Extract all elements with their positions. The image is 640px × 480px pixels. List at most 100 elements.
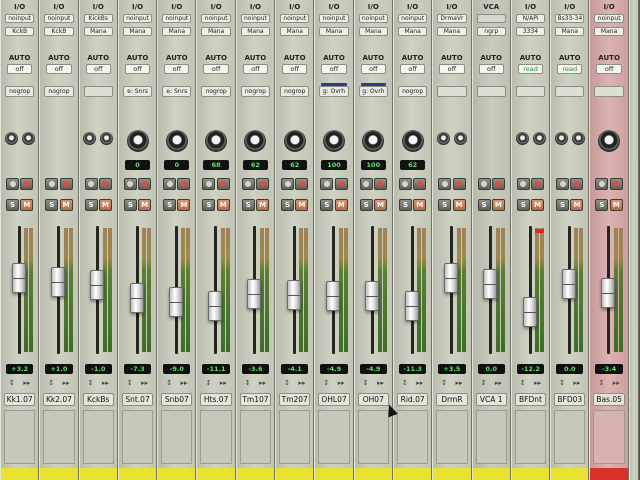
pan-right-knob-icon[interactable] — [100, 132, 114, 145]
input-monitor-button[interactable] — [516, 178, 530, 190]
group-selector[interactable]: g: Ovrh — [358, 86, 388, 97]
group-selector[interactable]: e: Snrs — [122, 86, 153, 97]
comments-area[interactable] — [239, 410, 272, 464]
pan-right-knob-icon[interactable] — [21, 132, 35, 145]
track-name[interactable]: DrmR — [436, 393, 468, 406]
pan-right-knob-icon[interactable] — [453, 132, 467, 145]
dynamic-transport-icon[interactable]: ↕ — [402, 379, 408, 387]
input-monitor-button[interactable] — [202, 178, 216, 190]
solo-button[interactable]: S — [281, 199, 295, 211]
input-selector[interactable]: noinput — [122, 14, 153, 23]
solo-button[interactable]: S — [163, 199, 177, 211]
pan-left-knob-icon[interactable] — [436, 132, 450, 145]
volume-fader[interactable] — [286, 279, 301, 310]
group-selector[interactable] — [437, 86, 467, 97]
comments-area[interactable] — [43, 410, 75, 464]
dynamic-transport-icon[interactable]: ↕ — [245, 379, 251, 387]
comments-area[interactable] — [200, 410, 232, 464]
comments-area[interactable] — [514, 410, 547, 464]
volume-fader[interactable] — [443, 263, 458, 294]
track-name[interactable]: Tm107 — [239, 393, 272, 406]
input-selector[interactable]: noinput — [319, 14, 349, 23]
record-enable-button[interactable] — [531, 178, 545, 190]
playback-icon[interactable]: ▸▸ — [23, 379, 30, 387]
mute-button[interactable]: M — [295, 199, 309, 211]
playback-icon[interactable]: ▸▸ — [141, 379, 148, 387]
output-selector[interactable]: Mana — [122, 27, 153, 36]
track-name[interactable]: Kk2.07 — [43, 393, 75, 406]
track-name[interactable]: OH07 — [357, 393, 389, 406]
output-selector[interactable]: Mana — [555, 27, 585, 36]
record-enable-button[interactable] — [177, 178, 191, 190]
input-selector[interactable]: noinput — [280, 14, 310, 23]
mute-button[interactable]: M — [373, 199, 387, 211]
track-name[interactable]: Tm207 — [279, 393, 311, 406]
track-name[interactable]: Kk1.07 — [4, 393, 36, 406]
input-selector[interactable]: noinput — [5, 14, 35, 23]
volume-fader[interactable] — [208, 290, 223, 321]
automation-mode-button[interactable]: off — [478, 64, 504, 74]
playback-icon[interactable]: ▸▸ — [259, 379, 266, 387]
playback-icon[interactable]: ▸▸ — [416, 379, 423, 387]
solo-button[interactable]: S — [45, 199, 59, 211]
playback-icon[interactable]: ▸▸ — [534, 379, 541, 387]
volume-fader[interactable] — [90, 270, 105, 301]
solo-button[interactable]: S — [398, 199, 412, 211]
pan-knob-icon[interactable] — [401, 130, 424, 152]
playback-icon[interactable]: ▸▸ — [495, 379, 502, 387]
group-selector[interactable] — [555, 86, 585, 97]
comments-area[interactable] — [396, 410, 429, 464]
playback-icon[interactable]: ▸▸ — [338, 379, 345, 387]
dynamic-transport-icon[interactable]: ↕ — [284, 379, 290, 387]
dynamic-transport-icon[interactable]: ↕ — [598, 379, 604, 387]
playback-icon[interactable]: ▸▸ — [63, 379, 70, 387]
input-monitor-button[interactable] — [84, 178, 98, 190]
dynamic-transport-icon[interactable]: ↕ — [205, 379, 211, 387]
input-monitor-button[interactable] — [241, 178, 255, 190]
track-name[interactable]: Snt.07 — [121, 393, 154, 406]
pan-knob-icon[interactable] — [244, 130, 267, 152]
volume-fader[interactable] — [326, 280, 341, 311]
solo-button[interactable]: S — [477, 199, 491, 211]
mute-button[interactable]: M — [256, 199, 270, 211]
group-selector[interactable]: nogrop — [201, 86, 231, 97]
group-selector[interactable]: nogrop — [5, 86, 35, 97]
output-selector[interactable]: Mana — [240, 27, 271, 36]
pan-knob-icon[interactable] — [598, 130, 621, 152]
output-selector[interactable]: Mana — [358, 27, 388, 36]
automation-mode-button[interactable]: read — [517, 64, 544, 74]
output-selector[interactable]: Mana — [594, 27, 624, 36]
output-selector[interactable]: Mana — [280, 27, 310, 36]
automation-mode-button[interactable]: read — [557, 64, 583, 74]
volume-fader[interactable] — [11, 263, 26, 294]
track-name[interactable]: Hts.07 — [200, 393, 232, 406]
comments-area[interactable] — [593, 410, 625, 464]
input-monitor-button[interactable] — [123, 178, 137, 190]
group-selector[interactable]: e: Snrs — [162, 86, 192, 97]
record-enable-button[interactable] — [609, 178, 623, 190]
group-selector[interactable]: nogrop — [240, 86, 271, 97]
input-monitor-button[interactable] — [359, 178, 373, 190]
automation-mode-button[interactable]: off — [360, 64, 386, 74]
output-selector[interactable]: Mana — [83, 27, 113, 36]
automation-mode-button[interactable]: off — [203, 64, 229, 74]
automation-mode-button[interactable]: off — [282, 64, 308, 74]
automation-mode-button[interactable]: off — [399, 64, 426, 74]
input-selector[interactable]: noinput — [594, 14, 624, 23]
mute-button[interactable]: M — [531, 199, 545, 211]
input-monitor-button[interactable] — [320, 178, 334, 190]
record-enable-button[interactable] — [59, 178, 73, 190]
track-name[interactable]: VCA 1 — [475, 393, 507, 406]
automation-mode-button[interactable]: off — [164, 64, 190, 74]
input-monitor-button[interactable] — [6, 178, 19, 190]
volume-fader[interactable] — [129, 282, 144, 313]
record-enable-button[interactable] — [413, 178, 427, 190]
automation-mode-button[interactable]: off — [85, 64, 111, 74]
group-selector[interactable]: g: Ovrh — [319, 86, 349, 97]
output-selector[interactable]: Mana — [319, 27, 349, 36]
track-name[interactable]: Rid.07 — [396, 393, 429, 406]
volume-fader[interactable] — [522, 296, 537, 327]
dynamic-transport-icon[interactable]: ↕ — [9, 379, 15, 387]
mute-button[interactable]: M — [609, 199, 623, 211]
dynamic-transport-icon[interactable]: ↕ — [166, 379, 172, 387]
